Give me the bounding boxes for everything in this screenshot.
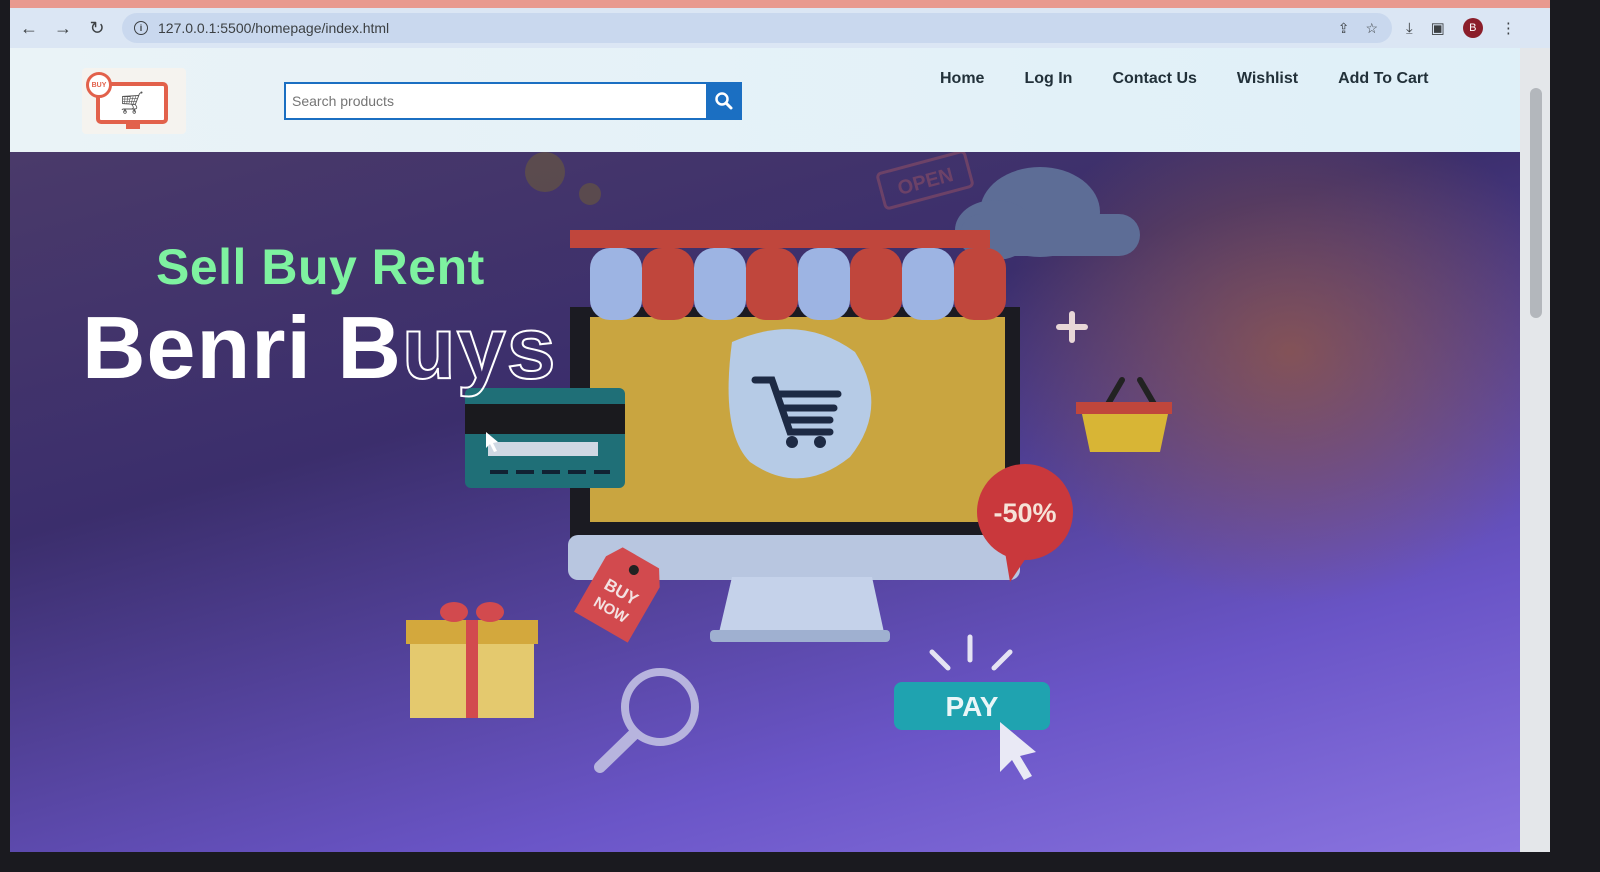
- download-icon[interactable]: ⤓: [1406, 20, 1413, 37]
- gift-icon: [406, 602, 538, 718]
- shop-sign: OPEN: [895, 164, 955, 200]
- search-bar: [284, 82, 742, 120]
- address-bar[interactable]: i 127.0.0.1:5500/homepage/index.html ⇪ ☆: [122, 13, 1392, 43]
- monitor-screen: ← → ↻ i 127.0.0.1:5500/homepage/index.ht…: [10, 0, 1550, 852]
- browser-toolbar: ← → ↻ i 127.0.0.1:5500/homepage/index.ht…: [10, 8, 1550, 48]
- site-header: 🛒︎ BUY Home Log In Contact Us Wishlist A…: [10, 48, 1520, 152]
- magnifier-icon: [594, 668, 699, 773]
- hero-tagline: Sell Buy Rent: [156, 239, 485, 295]
- pay-button-illustration: PAY: [894, 634, 1050, 780]
- nav-cart[interactable]: Add To Cart: [1338, 70, 1428, 88]
- star-icon[interactable]: ☆: [1365, 20, 1378, 37]
- hero-brand-title: Benri Buys: [82, 297, 557, 399]
- nav-login[interactable]: Log In: [1024, 70, 1072, 88]
- nav-home[interactable]: Home: [940, 70, 984, 88]
- nav-wishlist[interactable]: Wishlist: [1237, 70, 1298, 88]
- page-scrollbar[interactable]: [1520, 48, 1550, 852]
- browser-tabstrip: [10, 0, 1550, 8]
- search-input[interactable]: [284, 82, 706, 120]
- url-text: 127.0.0.1:5500/homepage/index.html: [158, 20, 390, 36]
- main-nav: Home Log In Contact Us Wishlist Add To C…: [940, 70, 1428, 88]
- site-logo[interactable]: 🛒︎ BUY: [82, 68, 186, 134]
- forward-icon[interactable]: →: [48, 13, 78, 43]
- menu-icon[interactable]: ⋮: [1501, 19, 1516, 37]
- hero-banner: OPEN -50% BUY NOW PAY Sell Buy Rent Benr…: [10, 152, 1520, 852]
- logo-badge: BUY: [86, 72, 112, 98]
- nav-contact[interactable]: Contact Us: [1112, 70, 1196, 88]
- search-button[interactable]: [706, 82, 742, 120]
- search-icon: [715, 92, 733, 110]
- back-icon[interactable]: ←: [14, 13, 44, 43]
- awning-illustration: [570, 230, 1006, 320]
- cursor-icon: [1000, 722, 1036, 780]
- profile-avatar[interactable]: B: [1462, 18, 1483, 38]
- basket-icon: [1076, 377, 1172, 452]
- brand-solid: Benri B: [82, 298, 402, 397]
- info-icon[interactable]: i: [134, 21, 148, 35]
- brand-outline: uys: [401, 297, 557, 398]
- sidepanel-icon[interactable]: ▣: [1431, 19, 1445, 37]
- svg-text:PAY: PAY: [946, 691, 999, 722]
- share-icon[interactable]: ⇪: [1338, 20, 1350, 37]
- reload-icon[interactable]: ↻: [82, 13, 112, 43]
- plus-icon: [1056, 311, 1088, 343]
- scrollbar-thumb[interactable]: [1530, 88, 1542, 318]
- discount-text: -50%: [993, 498, 1056, 528]
